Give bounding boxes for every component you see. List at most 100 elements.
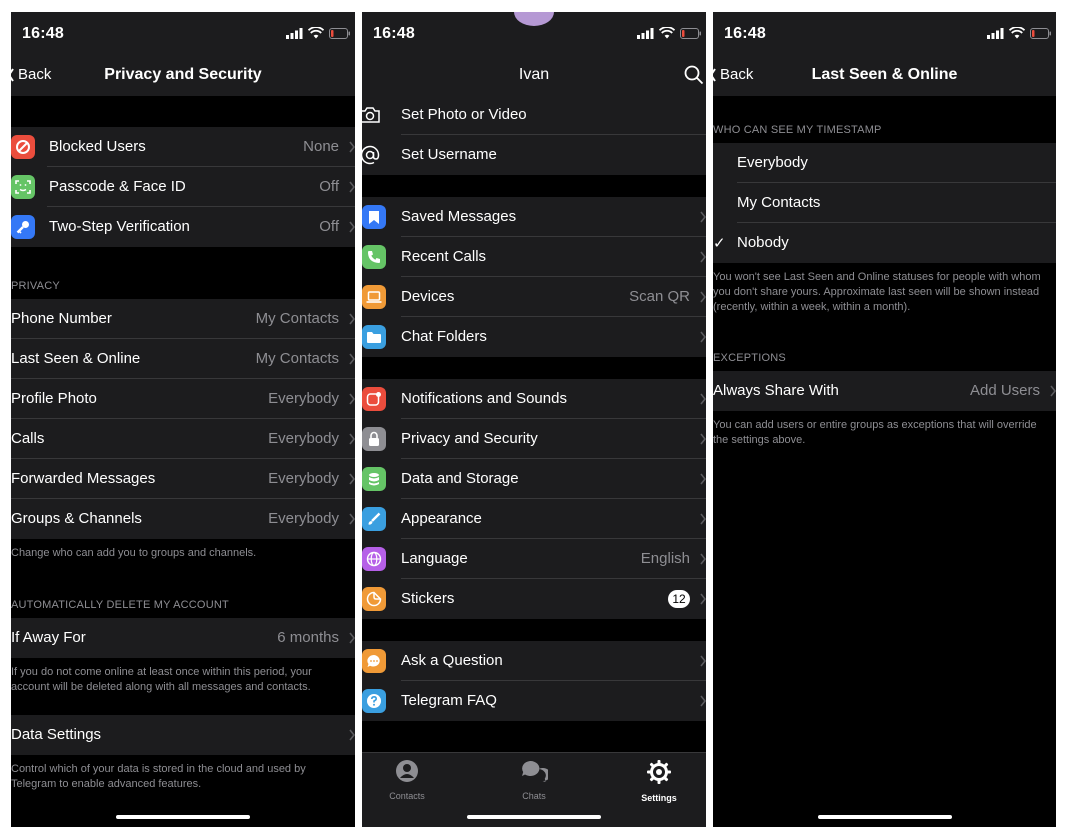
row-label: Data Settings: [11, 726, 102, 743]
scan-qr-value: Scan QR: [629, 288, 690, 305]
row-label: Ask a Question: [401, 652, 503, 669]
row-label: Language: [401, 550, 468, 567]
avatar: [514, 12, 554, 26]
settings-gear-icon: [647, 760, 671, 784]
chevron-right-icon: [700, 433, 706, 445]
calls-row[interactable]: Calls Everybody: [11, 419, 355, 459]
chat-folders-row[interactable]: Chat Folders: [362, 317, 706, 357]
profile-name: Ivan: [518, 66, 550, 83]
saved-messages-row[interactable]: Saved Messages: [362, 197, 706, 237]
always-share-row[interactable]: Always Share With Add Users: [713, 371, 1056, 411]
chevron-right-icon: [700, 473, 706, 485]
row-label: If Away For: [11, 629, 86, 646]
last-seen-row[interactable]: Last Seen & Online My Contacts: [11, 339, 355, 379]
row-label: Calls: [11, 430, 45, 447]
status-bar: 16:48: [362, 12, 706, 56]
chevron-right-icon: [349, 141, 355, 153]
blocked-icon: [11, 135, 35, 159]
tab-settings[interactable]: Settings: [619, 759, 699, 803]
tab-contacts[interactable]: Contacts: [367, 759, 447, 801]
row-value: Everybody: [268, 470, 339, 487]
profile-photo-row[interactable]: Profile Photo Everybody: [11, 379, 355, 419]
page-title: Last Seen & Online: [811, 66, 958, 83]
row-label: Two-Step Verification: [49, 218, 190, 235]
chevron-right-icon: [700, 593, 706, 605]
row-label: Privacy and Security: [401, 430, 538, 447]
chevron-right-icon: [349, 181, 355, 193]
laptop-icon: [362, 285, 386, 309]
tab-label: Contacts: [389, 791, 425, 801]
two-step-row[interactable]: Two-Step Verification Off: [11, 207, 355, 247]
option-label: Nobody: [737, 234, 789, 251]
option-everybody[interactable]: Everybody: [713, 143, 1056, 183]
option-my-contacts[interactable]: My Contacts: [713, 183, 1056, 223]
chevron-right-icon: [700, 291, 706, 303]
recent-calls-row[interactable]: Recent Calls: [362, 237, 706, 277]
status-bar: 16:48: [713, 12, 1056, 56]
camera-icon: [362, 103, 382, 127]
appearance-row[interactable]: Appearance: [362, 499, 706, 539]
chevron-right-icon: [1050, 385, 1056, 397]
row-value: My Contacts: [255, 310, 339, 327]
signal-icon: [637, 27, 654, 39]
row-label: Appearance: [401, 510, 482, 527]
row-label: Notifications and Sounds: [401, 390, 567, 407]
groups-channels-row[interactable]: Groups & Channels Everybody: [11, 499, 355, 539]
notification-icon: [362, 387, 386, 411]
ask-question-row[interactable]: Ask a Question: [362, 641, 706, 681]
data-settings-row[interactable]: Data Settings: [11, 715, 355, 755]
chevron-right-icon: [349, 221, 355, 233]
chevron-right-icon: [700, 331, 706, 343]
chevron-right-icon: [349, 313, 355, 325]
chevron-right-icon: [349, 433, 355, 445]
page-title: Privacy and Security: [104, 66, 262, 83]
phone-number-row[interactable]: Phone Number My Contacts: [11, 299, 355, 339]
row-label: Phone Number: [11, 310, 112, 327]
data-storage-row[interactable]: Data and Storage: [362, 459, 706, 499]
forwarded-messages-row[interactable]: Forwarded Messages Everybody: [11, 459, 355, 499]
home-indicator[interactable]: [467, 815, 601, 819]
tab-bar: Contacts Chats Settings: [362, 752, 706, 827]
home-indicator[interactable]: [116, 815, 250, 819]
set-username-row[interactable]: Set Username: [362, 135, 706, 175]
if-away-for-row[interactable]: If Away For 6 months: [11, 618, 355, 658]
notifications-row[interactable]: Notifications and Sounds: [362, 379, 706, 419]
at-sign-icon: [362, 143, 382, 167]
option-nobody[interactable]: ✓ Nobody: [713, 223, 1056, 263]
brush-icon: [362, 507, 386, 531]
search-icon[interactable]: [684, 65, 704, 85]
face-id-icon: [11, 175, 35, 199]
privacy-security-row[interactable]: Privacy and Security: [362, 419, 706, 459]
row-value: None: [303, 138, 339, 155]
telegram-faq-row[interactable]: Telegram FAQ: [362, 681, 706, 721]
signal-icon: [987, 27, 1004, 39]
chevron-right-icon: [700, 553, 706, 565]
row-label: Groups & Channels: [11, 510, 142, 527]
status-bar: 16:48: [11, 12, 355, 56]
chevron-right-icon: [349, 353, 355, 365]
bookmark-icon: [362, 205, 386, 229]
devices-row[interactable]: Devices Scan QR: [362, 277, 706, 317]
privacy-security-screen: 16:48 Back Privacy and Security Blocked …: [11, 12, 355, 827]
row-label: Passcode & Face ID: [49, 178, 186, 195]
passcode-row[interactable]: Passcode & Face ID Off: [11, 167, 355, 207]
row-label: Always Share With: [713, 382, 839, 399]
settings-screen: 16:48 Ivan Set Photo or Video Set Userna…: [362, 12, 706, 827]
database-icon: [362, 467, 386, 491]
chevron-right-icon: [700, 695, 706, 707]
blocked-users-row[interactable]: Blocked Users None: [11, 127, 355, 167]
add-users-value: Add Users: [969, 382, 1040, 399]
option-label: Everybody: [737, 154, 808, 171]
battery-icon: [1030, 27, 1051, 39]
wifi-icon: [659, 27, 675, 39]
wifi-icon: [1009, 27, 1025, 39]
checkmark-icon: ✓: [713, 235, 726, 252]
set-photo-row[interactable]: Set Photo or Video: [362, 95, 706, 135]
tab-chats[interactable]: Chats: [494, 759, 574, 801]
home-indicator[interactable]: [817, 815, 952, 819]
stickers-row[interactable]: Stickers 12: [362, 579, 706, 619]
language-row[interactable]: Language English: [362, 539, 706, 579]
row-value: My Contacts: [255, 350, 339, 367]
row-value: Off: [319, 178, 339, 195]
phone-icon: [362, 245, 386, 269]
